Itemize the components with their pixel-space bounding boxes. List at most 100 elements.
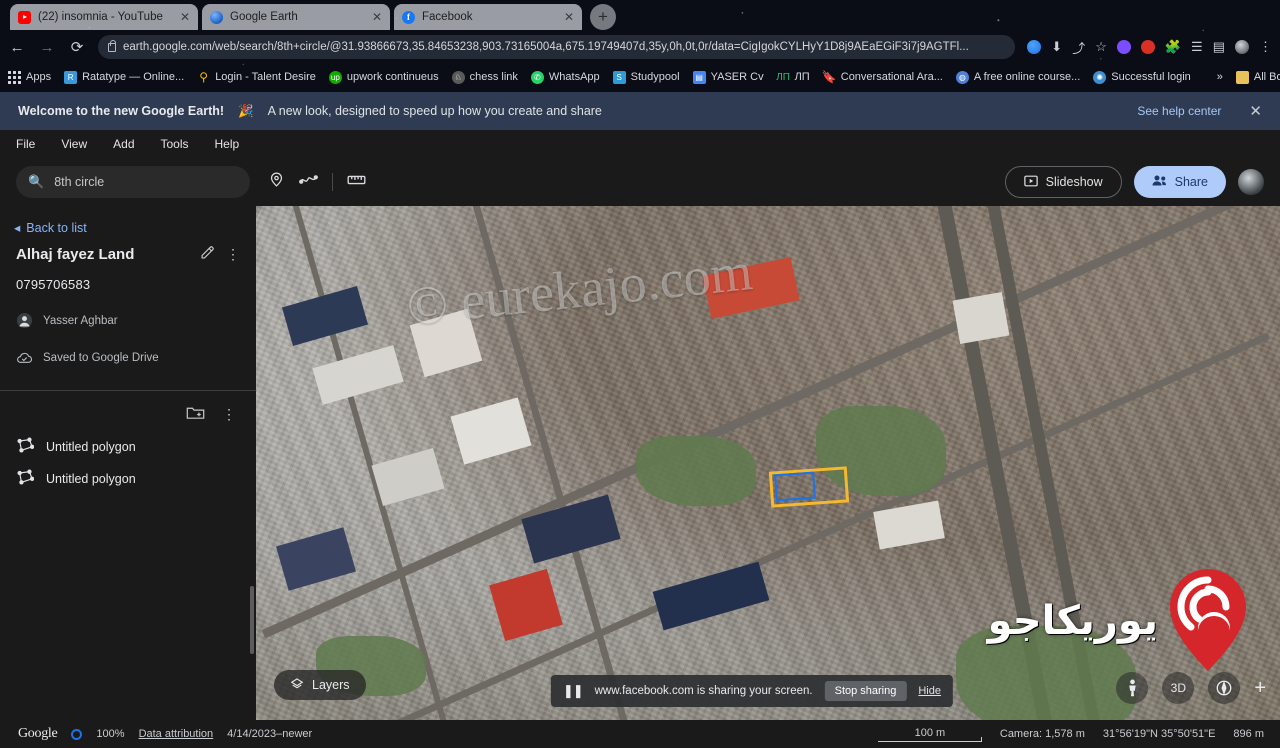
close-icon[interactable]: ✕ xyxy=(372,11,382,23)
data-attribution-link[interactable]: Data attribution xyxy=(139,728,214,740)
bookmark-label: Successful login xyxy=(1111,71,1191,83)
reload-icon[interactable]: ⟳ xyxy=(68,38,86,56)
bookmark-whatsapp[interactable]: ✆ WhatsApp xyxy=(530,70,600,84)
pencil-icon[interactable] xyxy=(198,245,216,263)
layers-icon xyxy=(290,677,304,694)
bookmark-star-icon[interactable]: ☆ xyxy=(1095,39,1107,55)
navigation-bar: ← → ⟳ earth.google.com/web/search/8th+ci… xyxy=(0,32,1280,62)
bookmark-label: upwork continueus xyxy=(346,71,439,83)
bookmark-successful-login[interactable]: ✺ Successful login xyxy=(1093,70,1191,84)
apps-grid-icon xyxy=(8,70,21,84)
path-icon[interactable] xyxy=(299,171,318,193)
tab-strip: (22) insomnia - YouTube ✕ Google Earth ✕… xyxy=(0,0,1280,30)
close-icon[interactable]: ✕ xyxy=(564,11,574,23)
avatar[interactable] xyxy=(1235,40,1249,54)
menu-add[interactable]: Add xyxy=(113,137,134,151)
slideshow-button[interactable]: Slideshow xyxy=(1004,166,1122,198)
help-center-link[interactable]: See help center xyxy=(1137,104,1221,118)
google-lens-icon[interactable] xyxy=(1027,40,1042,54)
studypool-icon: S xyxy=(612,70,626,84)
measure-icon[interactable] xyxy=(347,173,366,192)
chevron-left-icon: ◂ xyxy=(14,221,21,235)
avatar[interactable] xyxy=(1238,169,1264,195)
share-button[interactable]: Share xyxy=(1133,166,1226,198)
more-vertical-icon[interactable]: ⋮ xyxy=(220,406,238,423)
bookmark-talent-desire[interactable]: ⚲ Login - Talent Desire xyxy=(197,70,316,84)
app-body: ◂ Back to list Alhaj fayez Land ⋮ 079570… xyxy=(0,206,1280,720)
3d-toggle-button[interactable]: 3D xyxy=(1162,672,1195,704)
bookmark-upwork[interactable]: up upwork continueus xyxy=(328,70,439,84)
close-icon[interactable]: ✕ xyxy=(1249,102,1262,120)
pegman-icon[interactable] xyxy=(1116,672,1149,704)
back-to-list-label: Back to list xyxy=(26,220,87,235)
bookmark-apps[interactable]: Apps xyxy=(8,70,51,84)
bookmark-ratatype[interactable]: R Ratatype — Online... xyxy=(64,70,184,84)
extensions-puzzle-icon[interactable]: 🧩 xyxy=(1165,39,1181,55)
scale-label: 100 m xyxy=(914,726,946,739)
bookmark-free-online-course[interactable]: ◍ A free online course... xyxy=(955,70,1080,84)
blocked-icon[interactable] xyxy=(1140,40,1155,54)
hide-link[interactable]: Hide xyxy=(918,685,941,697)
browser-tab-youtube[interactable]: (22) insomnia - YouTube ✕ xyxy=(10,4,198,30)
zoom-in-button[interactable]: + xyxy=(1254,677,1266,700)
bookmark-jtl[interactable]: ЛΠ ЛΠ xyxy=(776,71,810,84)
browser-tab-facebook[interactable]: f Facebook ✕ xyxy=(394,4,582,30)
new-tab-button[interactable]: + xyxy=(590,4,616,30)
play-box-icon xyxy=(1023,174,1038,191)
progress-percent: 100% xyxy=(96,728,125,740)
bookmark-chess[interactable]: ♘ chess link xyxy=(451,70,518,84)
share-icon[interactable]: ⤴ xyxy=(1072,38,1085,57)
menu-view[interactable]: View xyxy=(61,137,87,151)
bookmarks-overflow-icon[interactable]: » xyxy=(1217,71,1223,83)
layers-button[interactable]: Layers xyxy=(274,670,366,700)
place-phone: 0795706583 xyxy=(16,277,91,292)
share-label: Share xyxy=(1174,175,1208,189)
new-folder-icon[interactable] xyxy=(186,405,205,424)
imagery-date: 4/14/2023–newer xyxy=(227,728,313,740)
reading-list-icon[interactable]: ☰ xyxy=(1191,39,1203,55)
close-icon[interactable]: ✕ xyxy=(180,11,190,23)
screenshare-message: www.facebook.com is sharing your screen. xyxy=(594,685,813,697)
jtl-icon: ЛΠ xyxy=(776,71,790,83)
sidepanel-icon[interactable]: ▤ xyxy=(1213,39,1225,55)
placemark-icon[interactable] xyxy=(268,171,285,193)
menu-help[interactable]: Help xyxy=(215,137,240,151)
divider xyxy=(332,173,333,191)
sidebar: ◂ Back to list Alhaj fayez Land ⋮ 079570… xyxy=(0,206,256,720)
back-to-list-link[interactable]: ◂ Back to list xyxy=(0,206,256,236)
omnibox-actions: ⬇ ⤴ ☆ 🧩 ☰ ▤ ⋮ xyxy=(1027,38,1272,57)
search-box[interactable]: 🔍 xyxy=(16,166,250,198)
bookmark-studypool[interactable]: S Studypool xyxy=(612,70,680,84)
tab-title: Facebook xyxy=(422,11,473,23)
list-item[interactable]: Untitled polygon xyxy=(0,424,256,456)
bookmark-label: YASER Cv xyxy=(710,71,764,83)
menu-file[interactable]: File xyxy=(16,137,35,151)
stop-sharing-button[interactable]: Stop sharing xyxy=(824,681,907,701)
list-item[interactable]: Untitled polygon xyxy=(0,456,256,488)
bookmark-label: chess link xyxy=(469,71,518,83)
more-vertical-icon[interactable]: ⋮ xyxy=(224,246,242,263)
cloud-check-icon xyxy=(16,349,33,366)
lock-icon xyxy=(108,39,117,52)
compass-icon[interactable] xyxy=(1208,672,1241,704)
back-icon[interactable]: ← xyxy=(8,39,26,56)
bookmark-conversational-arabic[interactable]: 🔖 Conversational Ara... xyxy=(822,70,943,84)
install-icon[interactable]: ⬇ xyxy=(1051,39,1062,55)
menu-tools[interactable]: Tools xyxy=(161,137,189,151)
address-bar[interactable]: earth.google.com/web/search/8th+circle/@… xyxy=(98,35,1016,59)
map-canvas[interactable]: © eurekajo.com يوريكاجو Layers ❚❚ www.fa… xyxy=(256,206,1280,720)
sidebar-scrollbar[interactable] xyxy=(250,586,254,654)
browser-tab-google-earth[interactable]: Google Earth ✕ xyxy=(202,4,390,30)
bookmark-yaser-cv[interactable]: ▤ YASER Cv xyxy=(692,70,764,84)
forward-icon[interactable]: → xyxy=(38,39,56,56)
browser-menu-icon[interactable]: ⋮ xyxy=(1259,39,1272,55)
list-actions: ⋮ xyxy=(0,391,256,424)
all-bookmarks-button[interactable]: All Bookmarks xyxy=(1235,70,1280,84)
map-tools xyxy=(268,171,366,193)
selected-polygon-inner[interactable] xyxy=(774,471,816,502)
extension-profile-icon[interactable] xyxy=(1116,40,1131,54)
pause-icon[interactable]: ❚❚ xyxy=(563,683,584,699)
bookmarks-bar: Apps R Ratatype — Online... ⚲ Login - Ta… xyxy=(0,64,1280,90)
search-input[interactable] xyxy=(54,175,238,189)
address-bar-url: earth.google.com/web/search/8th+circle/@… xyxy=(123,41,969,53)
